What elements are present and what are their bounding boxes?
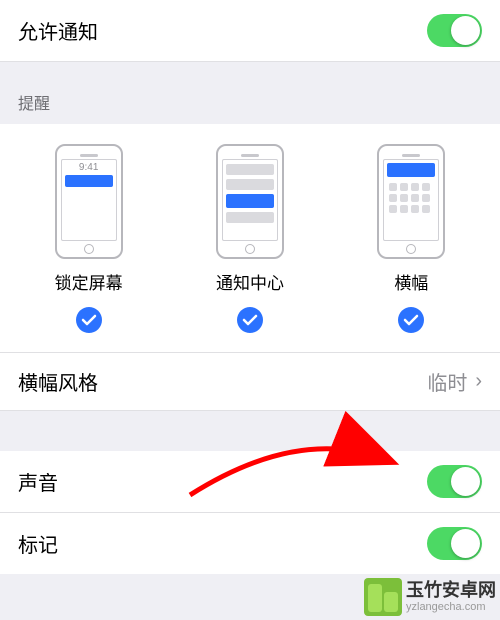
watermark-logo-icon bbox=[364, 578, 402, 616]
badges-row: 标记 bbox=[0, 513, 500, 574]
sound-label: 声音 bbox=[18, 467, 58, 496]
sound-toggle[interactable] bbox=[427, 465, 482, 498]
alert-label: 锁定屏幕 bbox=[55, 269, 123, 294]
allow-notifications-row: 允许通知 bbox=[0, 0, 500, 62]
alert-label: 横幅 bbox=[394, 269, 428, 294]
check-icon[interactable] bbox=[397, 306, 425, 334]
check-icon[interactable] bbox=[236, 306, 264, 334]
badges-label: 标记 bbox=[18, 529, 58, 558]
sound-row: 声音 bbox=[0, 451, 500, 513]
allow-notifications-label: 允许通知 bbox=[18, 16, 98, 45]
banner-phone-icon bbox=[377, 144, 445, 259]
watermark-title: 玉竹安卓网 bbox=[406, 580, 496, 602]
alerts-box: 9:41 锁定屏幕 通知中心 bbox=[0, 124, 500, 353]
badges-toggle[interactable] bbox=[427, 527, 482, 560]
alert-item-lockscreen[interactable]: 9:41 锁定屏幕 bbox=[9, 144, 169, 334]
allow-notifications-toggle[interactable] bbox=[427, 14, 482, 47]
lockscreen-phone-icon: 9:41 bbox=[55, 144, 123, 259]
banner-style-value: 临时 bbox=[427, 367, 467, 396]
watermark-text: 玉竹安卓网 yzlangecha.com bbox=[406, 580, 496, 615]
alert-item-banner[interactable]: 横幅 bbox=[331, 144, 491, 334]
banner-style-value-container: 临时 › bbox=[427, 367, 482, 396]
banner-style-row[interactable]: 横幅风格 临时 › bbox=[0, 353, 500, 411]
check-icon[interactable] bbox=[75, 306, 103, 334]
alerts-row: 9:41 锁定屏幕 通知中心 bbox=[8, 144, 492, 334]
toggle-knob bbox=[451, 16, 480, 45]
toggle-knob bbox=[451, 529, 480, 558]
alert-item-notification-center[interactable]: 通知中心 bbox=[170, 144, 330, 334]
watermark-url: yzlangecha.com bbox=[406, 601, 496, 614]
chevron-right-icon: › bbox=[475, 370, 482, 393]
notification-center-phone-icon bbox=[216, 144, 284, 259]
alert-label: 通知中心 bbox=[216, 269, 284, 294]
watermark: 玉竹安卓网 yzlangecha.com bbox=[364, 578, 496, 616]
lockscreen-time: 9:41 bbox=[79, 160, 98, 173]
toggle-knob bbox=[451, 467, 480, 496]
banner-style-label: 横幅风格 bbox=[18, 367, 98, 396]
alerts-section-header: 提醒 bbox=[0, 62, 500, 124]
section-spacer bbox=[0, 411, 500, 451]
